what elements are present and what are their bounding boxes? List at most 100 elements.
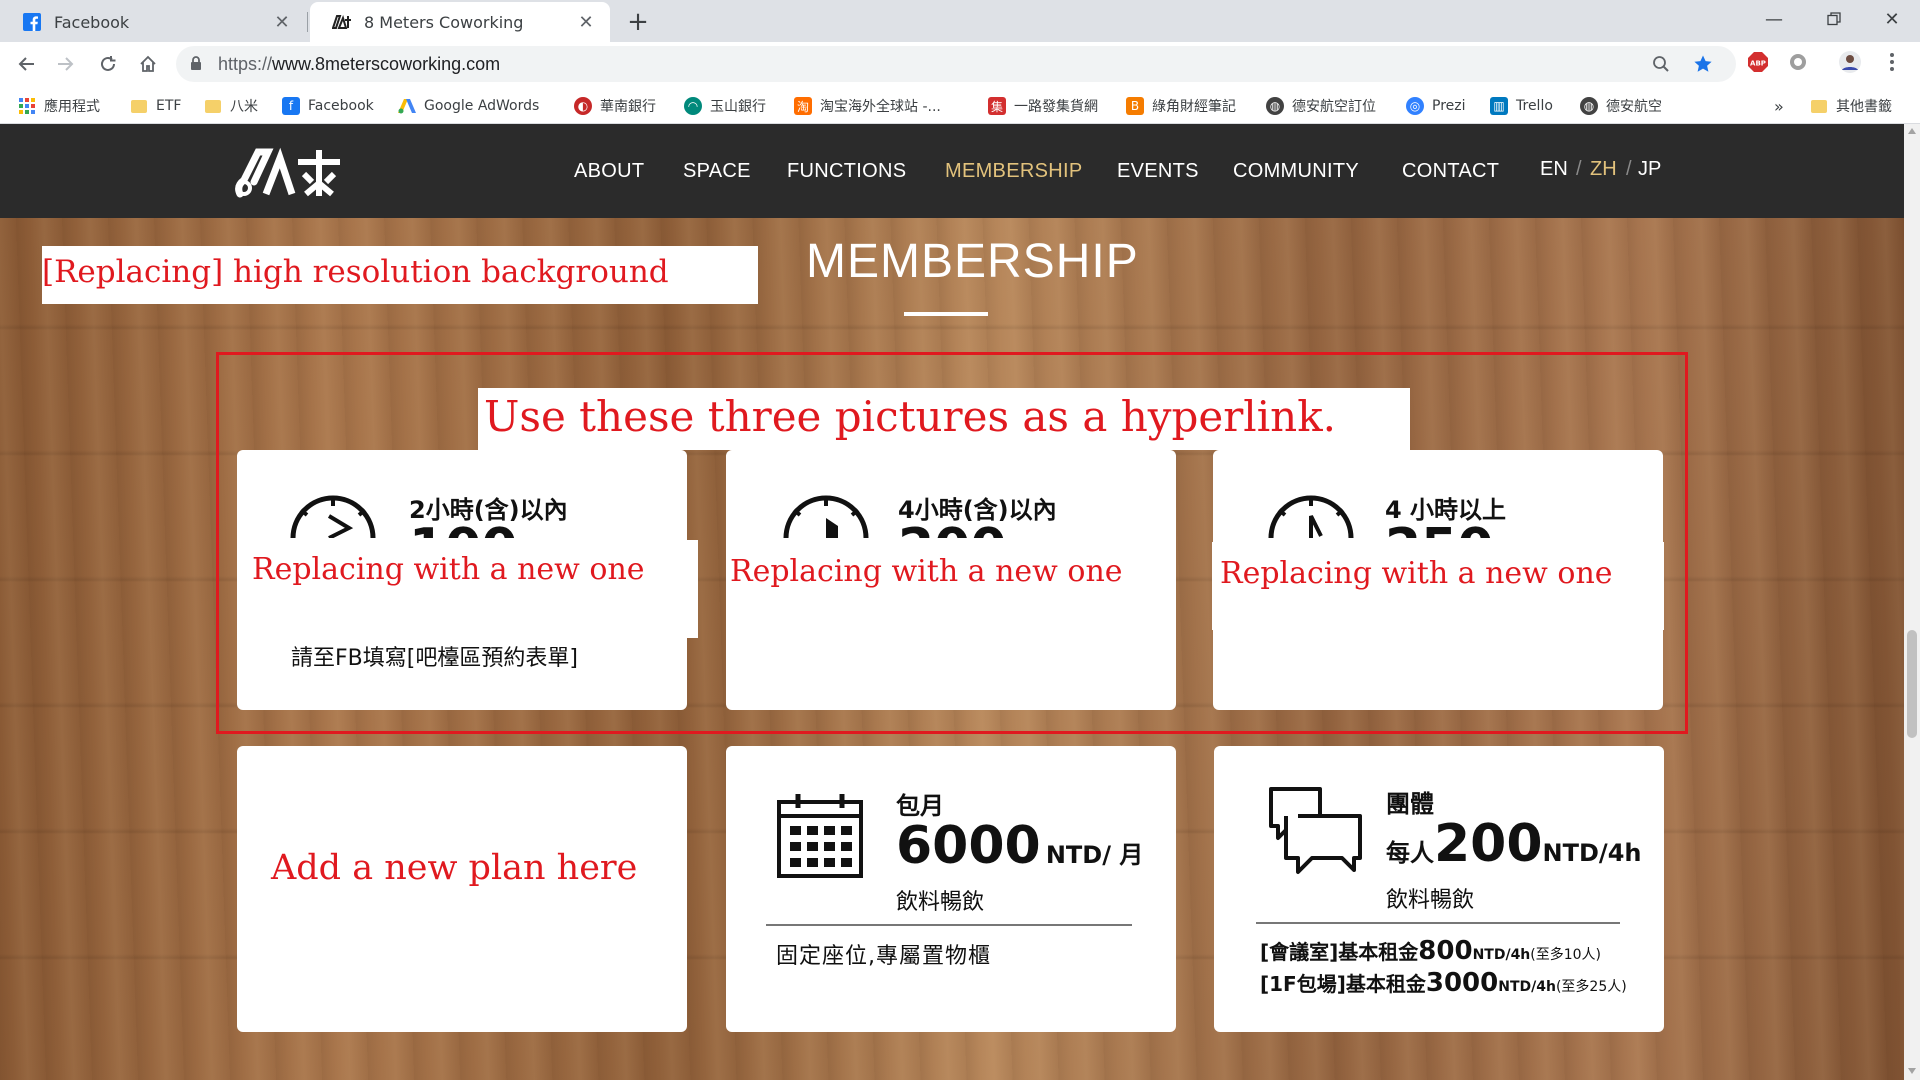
new-tab-button[interactable]: + (622, 6, 654, 38)
bookmark-etf[interactable]: ETF (130, 95, 181, 117)
plan-unit: NTD/4h (1542, 839, 1642, 867)
group-plan-card[interactable]: 團體 每人200NTD/4h 飲料暢飲 [會議室]基本租金800NTD/4h(至… (1214, 746, 1664, 1032)
new-plan-card[interactable]: Add a new plan here (237, 746, 687, 1032)
bookmark-label: 德安航空 (1606, 99, 1662, 115)
close-window-button[interactable]: ✕ (1864, 0, 1920, 38)
nav-functions[interactable]: FUNCTIONS (787, 160, 906, 183)
page-scrollbar[interactable] (1904, 124, 1920, 1080)
bookmark-yilufa[interactable]: 集一路發集貨網 (988, 95, 1098, 117)
nav-events[interactable]: EVENTS (1117, 160, 1199, 183)
tab-title: 8 Meters Coworking (364, 12, 524, 32)
bookmark-label: 一路發集貨網 (1014, 99, 1098, 115)
tab-8-meters-coworking[interactable]: 8 Meters Coworking ✕ (310, 2, 610, 42)
bookmark-trello[interactable]: ▥ Trello (1490, 95, 1553, 117)
nav-space[interactable]: SPACE (683, 160, 751, 183)
restore-button[interactable] (1806, 0, 1862, 38)
lock-icon[interactable] (190, 55, 202, 75)
rate-note: (至多10人) (1530, 947, 1602, 963)
nav-about[interactable]: ABOUT (574, 160, 644, 183)
bookmark-green-horn-notes[interactable]: B 綠角財經筆記 (1126, 95, 1236, 117)
scroll-up-arrow[interactable] (1908, 128, 1916, 134)
address-bar[interactable]: https://www.8meterscoworking.com (176, 46, 1736, 82)
scrollbar-thumb[interactable] (1907, 630, 1917, 738)
minimize-button[interactable]: — (1746, 0, 1802, 38)
back-button[interactable] (10, 48, 42, 80)
bookmark-label: Trello (1516, 98, 1553, 114)
extension-circle-icon[interactable] (1786, 50, 1810, 74)
rate-label: [1F包場]基本租金 (1260, 972, 1426, 996)
blogger-icon: B (1126, 97, 1144, 115)
bookmark-facebook[interactable]: f Facebook (282, 95, 374, 117)
nav-community[interactable]: COMMUNITY (1233, 160, 1359, 183)
bookmark-bami[interactable]: 八米 (204, 95, 258, 117)
close-tab-icon[interactable]: ✕ (272, 12, 292, 33)
tab-strip: Facebook ✕ 8 Meters Coworking ✕ + — ✕ (0, 0, 1920, 42)
nav-membership[interactable]: MEMBERSHIP (945, 160, 1082, 183)
tab-facebook[interactable]: Facebook ✕ (0, 2, 306, 42)
bookmark-label: Google AdWords (424, 98, 540, 114)
plan-price-partial: 200 (898, 522, 1007, 538)
lang-jp[interactable]: JP (1638, 158, 1661, 181)
bookmark-dean-airline[interactable]: ◍ 德安航空 (1580, 95, 1662, 117)
bookmarks-bar: 應用程式 ETF 八米 f Facebook Google AdWords ◐ 華南… (0, 86, 1920, 124)
bookmark-label: 八米 (230, 99, 258, 115)
apps-grid-icon (18, 97, 36, 115)
lang-zh[interactable]: ZH (1590, 158, 1617, 181)
bookmark-dean-airline-booking[interactable]: ◍ 德安航空訂位 (1266, 95, 1376, 117)
scroll-down-arrow[interactable] (1908, 1068, 1916, 1074)
lang-separator: / (1626, 158, 1632, 180)
bookmark-label: Facebook (308, 98, 374, 114)
bookmark-star-icon[interactable] (1692, 53, 1714, 75)
bookmark-google-adwords[interactable]: Google AdWords (398, 95, 539, 117)
bookmark-label: Prezi (1432, 98, 1466, 114)
profile-avatar-icon[interactable] (1838, 50, 1862, 74)
zoom-icon[interactable] (1650, 53, 1672, 75)
shipping-icon: 集 (988, 97, 1006, 115)
browser-menu-icon[interactable] (1880, 50, 1904, 74)
bookmark-label: 應用程式 (44, 99, 100, 115)
bookmark-label: 其他書籤 (1836, 99, 1892, 115)
folder-icon (204, 97, 222, 115)
hyperlink-annotation: Use these three pictures as a hyperlink. (478, 388, 1410, 450)
globe-icon: ◍ (1580, 97, 1598, 115)
close-tab-icon[interactable]: ✕ (576, 12, 596, 33)
8m-logo[interactable] (234, 146, 344, 200)
8m-logo-icon (332, 12, 352, 32)
reload-button[interactable] (92, 48, 124, 80)
facebook-icon: f (282, 97, 300, 115)
url-host: www.8meterscoworking.com (272, 54, 501, 74)
bookmark-label: 綠角財經筆記 (1152, 99, 1236, 115)
rate-unit: NTD/4h (1498, 979, 1556, 995)
clock-quarter-icon (1265, 488, 1357, 542)
adblock-plus-icon[interactable]: ABP (1746, 50, 1770, 74)
plan-price-row: 6000 NTD/ 月 (896, 816, 1143, 876)
rate-price: 800 (1418, 936, 1473, 966)
home-button[interactable] (132, 48, 164, 80)
more-bookmarks-button[interactable]: » (1774, 95, 1784, 117)
plan-price-prefix: 每人 (1386, 839, 1434, 867)
lang-separator: / (1576, 158, 1582, 180)
bookmark-taobao[interactable]: 淘淘宝海外全球站 -... (794, 95, 941, 117)
replace-annotation-1: Replacing with a new one (242, 540, 698, 638)
rate-unit: NTD/4h (1472, 947, 1531, 963)
bookmark-esun-bank[interactable]: ◠ 玉山銀行 (684, 95, 766, 117)
monthly-plan-card[interactable]: 包月 6000 NTD/ 月 飲料暢飲 固定座位,專屬置物櫃 (726, 746, 1176, 1032)
background-annotation: [Replacing] high resolution background (42, 246, 758, 304)
plan-description: 固定座位,專屬置物櫃 (776, 944, 991, 969)
url-text[interactable]: https://www.8meterscoworking.com (218, 54, 500, 75)
forward-button[interactable] (50, 48, 82, 80)
bookmark-other[interactable]: 其他書籤 (1810, 95, 1892, 117)
bookmark-apps[interactable]: 應用程式 (18, 95, 100, 117)
rate-note: (至多25人) (1555, 979, 1627, 995)
bookmark-label: ETF (156, 98, 182, 114)
plan-price-partial: 250 (1385, 522, 1494, 538)
facebook-icon (22, 12, 42, 32)
bookmark-hua-nan-bank[interactable]: ◐ 華南銀行 (574, 95, 656, 117)
plan-perk: 飲料暢飲 (896, 890, 985, 915)
lang-en[interactable]: EN (1540, 158, 1568, 181)
browser-toolbar: https://www.8meterscoworking.com ABP (0, 42, 1920, 86)
nav-contact[interactable]: CONTACT (1402, 160, 1499, 183)
bookmark-label: 華南銀行 (600, 99, 656, 115)
bookmark-prezi[interactable]: ◎ Prezi (1406, 95, 1466, 117)
trello-icon: ▥ (1490, 97, 1508, 115)
